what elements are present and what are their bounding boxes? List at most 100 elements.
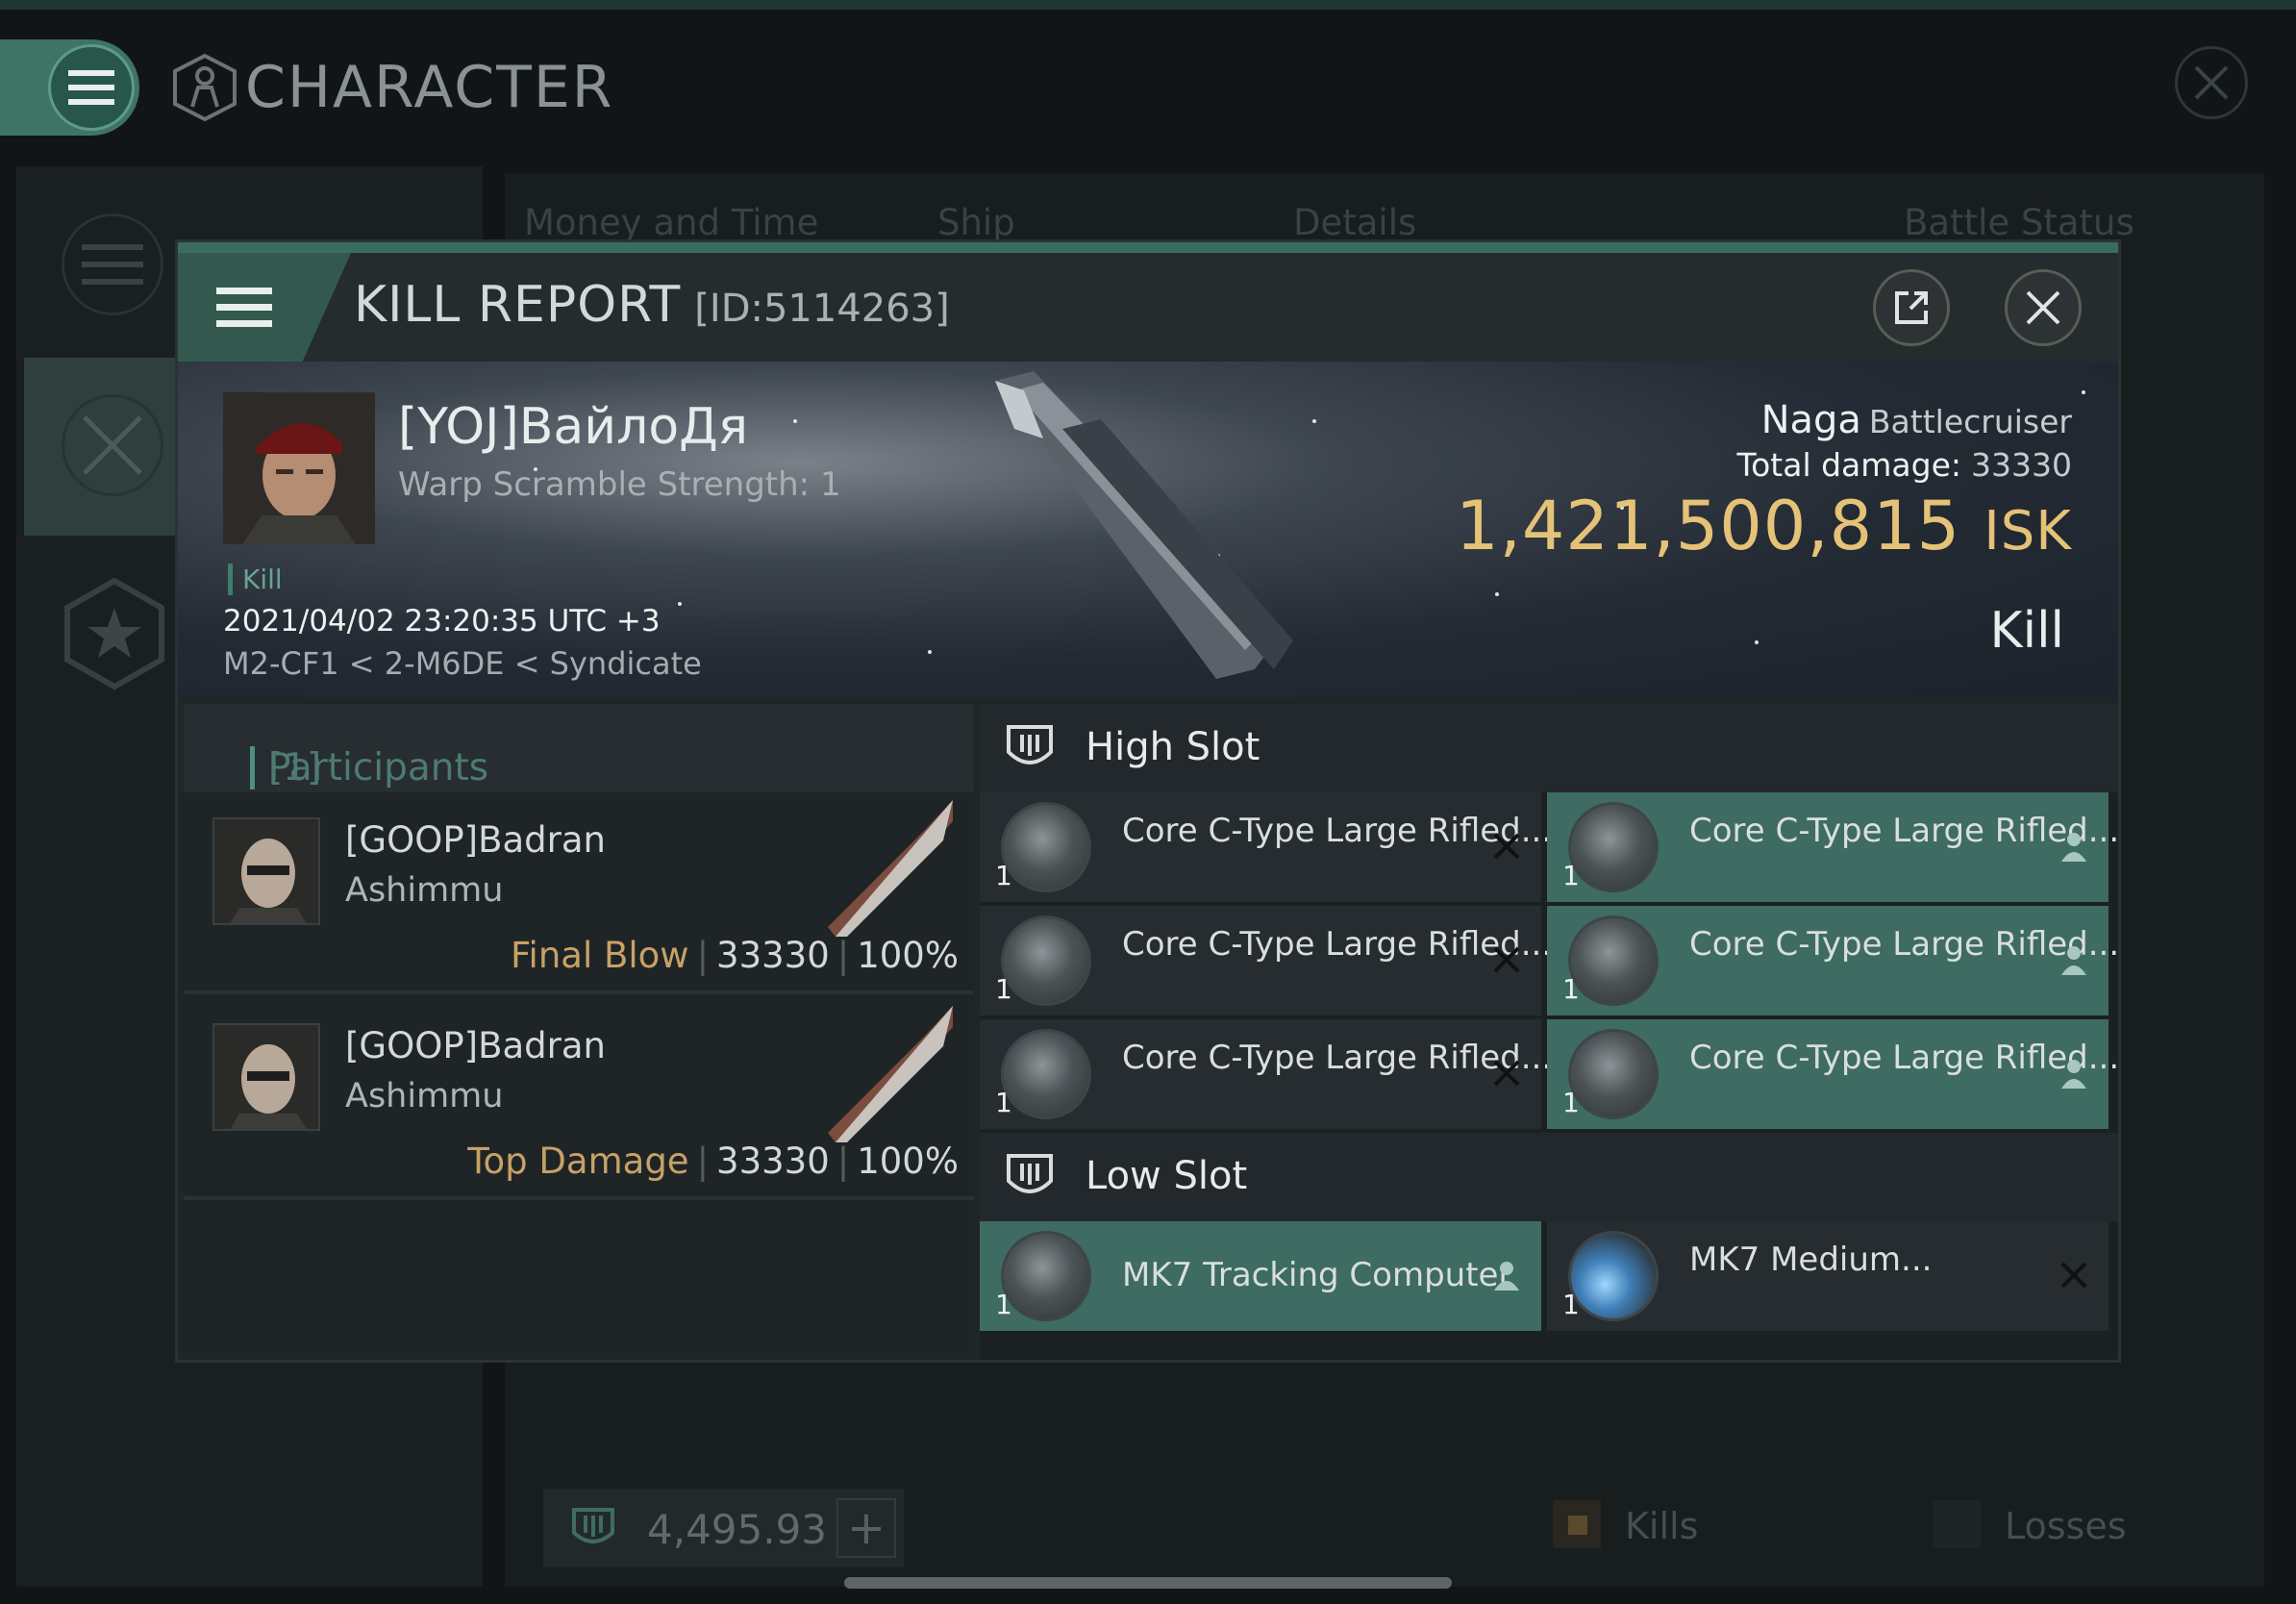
- high-slot-label: High Slot: [1086, 725, 1260, 769]
- tab-money-and-time[interactable]: Money and Time: [524, 202, 818, 243]
- participant-stats: Top Damage | 33330 | 100%: [467, 1140, 959, 1182]
- turret-icon: [1001, 915, 1091, 1006]
- module-name: Core C-Type Large Rifled...: [1122, 1039, 1553, 1077]
- pilot-portrait-icon: [214, 1025, 318, 1129]
- turret-icon: [1001, 1029, 1091, 1119]
- participant-portrait: [212, 817, 320, 925]
- victim-portrait[interactable]: [223, 392, 375, 544]
- window-close-button[interactable]: [2175, 46, 2248, 119]
- participant-name[interactable]: [GOOP]Badran: [345, 819, 606, 861]
- main-menu-button[interactable]: [48, 44, 135, 131]
- module-quantity: 1: [995, 1087, 1012, 1118]
- module-quantity: 1: [1562, 1087, 1580, 1118]
- tab-battle-status[interactable]: Battle Status: [1904, 202, 2134, 243]
- horizontal-scrollbar[interactable]: [844, 1577, 1452, 1589]
- participant-damage: 33330: [716, 935, 830, 976]
- total-damage: Total damage: 33330: [1737, 446, 2072, 484]
- character-icon: [173, 53, 237, 122]
- module-quantity: 1: [995, 1289, 1012, 1320]
- person-icon: [2061, 1060, 2086, 1089]
- destroyed-indicator: [1489, 1056, 1524, 1090]
- kill-report-menu-button[interactable]: [178, 253, 351, 362]
- module-name: MK7 Tracking Computer: [1122, 1256, 1512, 1294]
- external-link-icon: [1895, 291, 1928, 324]
- add-currency-button[interactable]: +: [836, 1498, 896, 1558]
- cross-icon: [2060, 1262, 2087, 1289]
- destroyed-indicator: [2057, 1258, 2091, 1292]
- tracking-computer-icon: [1001, 1231, 1091, 1321]
- high-slot-module[interactable]: 1 Core C-Type Large Rifled...: [1547, 792, 2118, 902]
- high-slot-module[interactable]: 1 Core C-Type Large Rifled...: [980, 1019, 1552, 1129]
- victim-name[interactable]: [YOJ]ВайлоДя: [398, 398, 748, 456]
- participant-ship-image: [828, 1006, 953, 1142]
- person-icon: [2061, 946, 2086, 975]
- losses-legend-label: Losses: [2005, 1505, 2127, 1547]
- low-slot-header: Low Slot: [980, 1133, 2118, 1221]
- ship-name-text: Naga: [1760, 398, 1861, 442]
- kill-report-title: KILL REPORT [ID:5114263]: [354, 276, 950, 334]
- share-button[interactable]: [1873, 269, 1950, 346]
- participant-row[interactable]: [GOOP]Badran Ashimmu Final Blow | 33330 | 10…: [184, 792, 974, 994]
- module-name: Core C-Type Large Rifled...: [1122, 925, 1553, 964]
- low-slot-module[interactable]: 1 MK7 Medium...: [1547, 1221, 2109, 1331]
- top-bar: [0, 0, 2296, 10]
- participant-name[interactable]: [GOOP]Badran: [345, 1025, 606, 1066]
- victim-ship-image: [995, 371, 1293, 679]
- ship-class: Battlecruiser: [1868, 403, 2072, 440]
- tab-details[interactable]: Details: [1293, 202, 1416, 243]
- rail-list-button[interactable]: [62, 213, 163, 315]
- low-slot-module[interactable]: 1 MK7 Tracking Computer: [980, 1221, 1541, 1331]
- kill-report-id: [ID:5114263]: [694, 287, 950, 331]
- victim-banner: [YOJ]ВайлоДя Warp Scramble Strength: 1 K…: [178, 362, 2118, 698]
- hamburger-icon: [68, 70, 114, 105]
- stat-separator: |: [696, 935, 710, 976]
- energy-module-icon: [1568, 1231, 1659, 1321]
- high-slot-module[interactable]: 1 Core C-Type Large Rifled...: [1547, 1019, 2118, 1129]
- rail-battle-button[interactable]: [62, 394, 163, 496]
- participant-ship: Ashimmu: [345, 871, 504, 910]
- module-name: Core C-Type Large Rifled...: [1122, 812, 1553, 850]
- rail-medal-button[interactable]: [62, 577, 167, 690]
- module-name: MK7 Medium...: [1689, 1241, 1933, 1279]
- ship-name[interactable]: Naga Battlecruiser: [1761, 398, 2072, 442]
- kill-report-modal: KILL REPORT [ID:5114263] [YOJ]ВайлоДя War…: [175, 239, 2121, 1363]
- cross-icon: [1493, 833, 1520, 860]
- kill-location[interactable]: M2-CF1 < 2-M6DE < Syndicate: [223, 645, 702, 682]
- low-slot-label: Low Slot: [1086, 1154, 1248, 1198]
- modal-header: KILL REPORT [ID:5114263]: [178, 253, 2118, 362]
- currency-value: 4,495.93: [647, 1506, 828, 1553]
- kill-report-close-button[interactable]: [2005, 269, 2082, 346]
- corp-emblem-icon: [572, 1508, 614, 1543]
- module-quantity: 1: [1562, 860, 1580, 891]
- stat-separator: |: [696, 1140, 710, 1182]
- modal-accent-bar: [178, 242, 2118, 253]
- tab-ship[interactable]: Ship: [937, 202, 1015, 243]
- participant-damage: 33330: [716, 1140, 830, 1182]
- list-icon: [82, 244, 143, 285]
- participant-role: Final Blow: [510, 935, 689, 976]
- turret-icon: [1001, 802, 1091, 892]
- participant-role: Top Damage: [467, 1140, 689, 1182]
- participant-row[interactable]: [GOOP]Badran Ashimmu Top Damage | 33330 | 10…: [184, 998, 974, 1200]
- plus-icon: +: [846, 1501, 886, 1555]
- module-quantity: 1: [995, 973, 1012, 1005]
- high-slot-header: High Slot: [980, 704, 2118, 792]
- high-slot-module[interactable]: 1 Core C-Type Large Rifled...: [980, 906, 1552, 1015]
- kills-legend-swatch: [1553, 1500, 1601, 1548]
- person-icon: [2061, 833, 2086, 862]
- module-quantity: 1: [1562, 973, 1580, 1005]
- shield-icon: [1007, 1154, 1053, 1193]
- kill-type-tag: Kill: [228, 564, 283, 595]
- participant-percent: 100%: [857, 1140, 959, 1182]
- high-slot-module[interactable]: 1 Core C-Type Large Rifled...: [980, 792, 1552, 902]
- module-name: Core C-Type Large Rifled...: [1689, 1039, 2120, 1077]
- shield-icon: [1007, 725, 1053, 764]
- module-name: Core C-Type Large Rifled...: [1689, 925, 2120, 964]
- pilot-portrait-icon: [223, 392, 375, 544]
- turret-icon: [1568, 915, 1659, 1006]
- fitting-panel: High Slot 1 Core C-Type Large Rifled... …: [980, 704, 2118, 1360]
- hamburger-icon: [216, 287, 272, 327]
- participants-count: [1]: [250, 746, 321, 789]
- cross-icon: [1493, 946, 1520, 973]
- high-slot-module[interactable]: 1 Core C-Type Large Rifled...: [1547, 906, 2118, 1015]
